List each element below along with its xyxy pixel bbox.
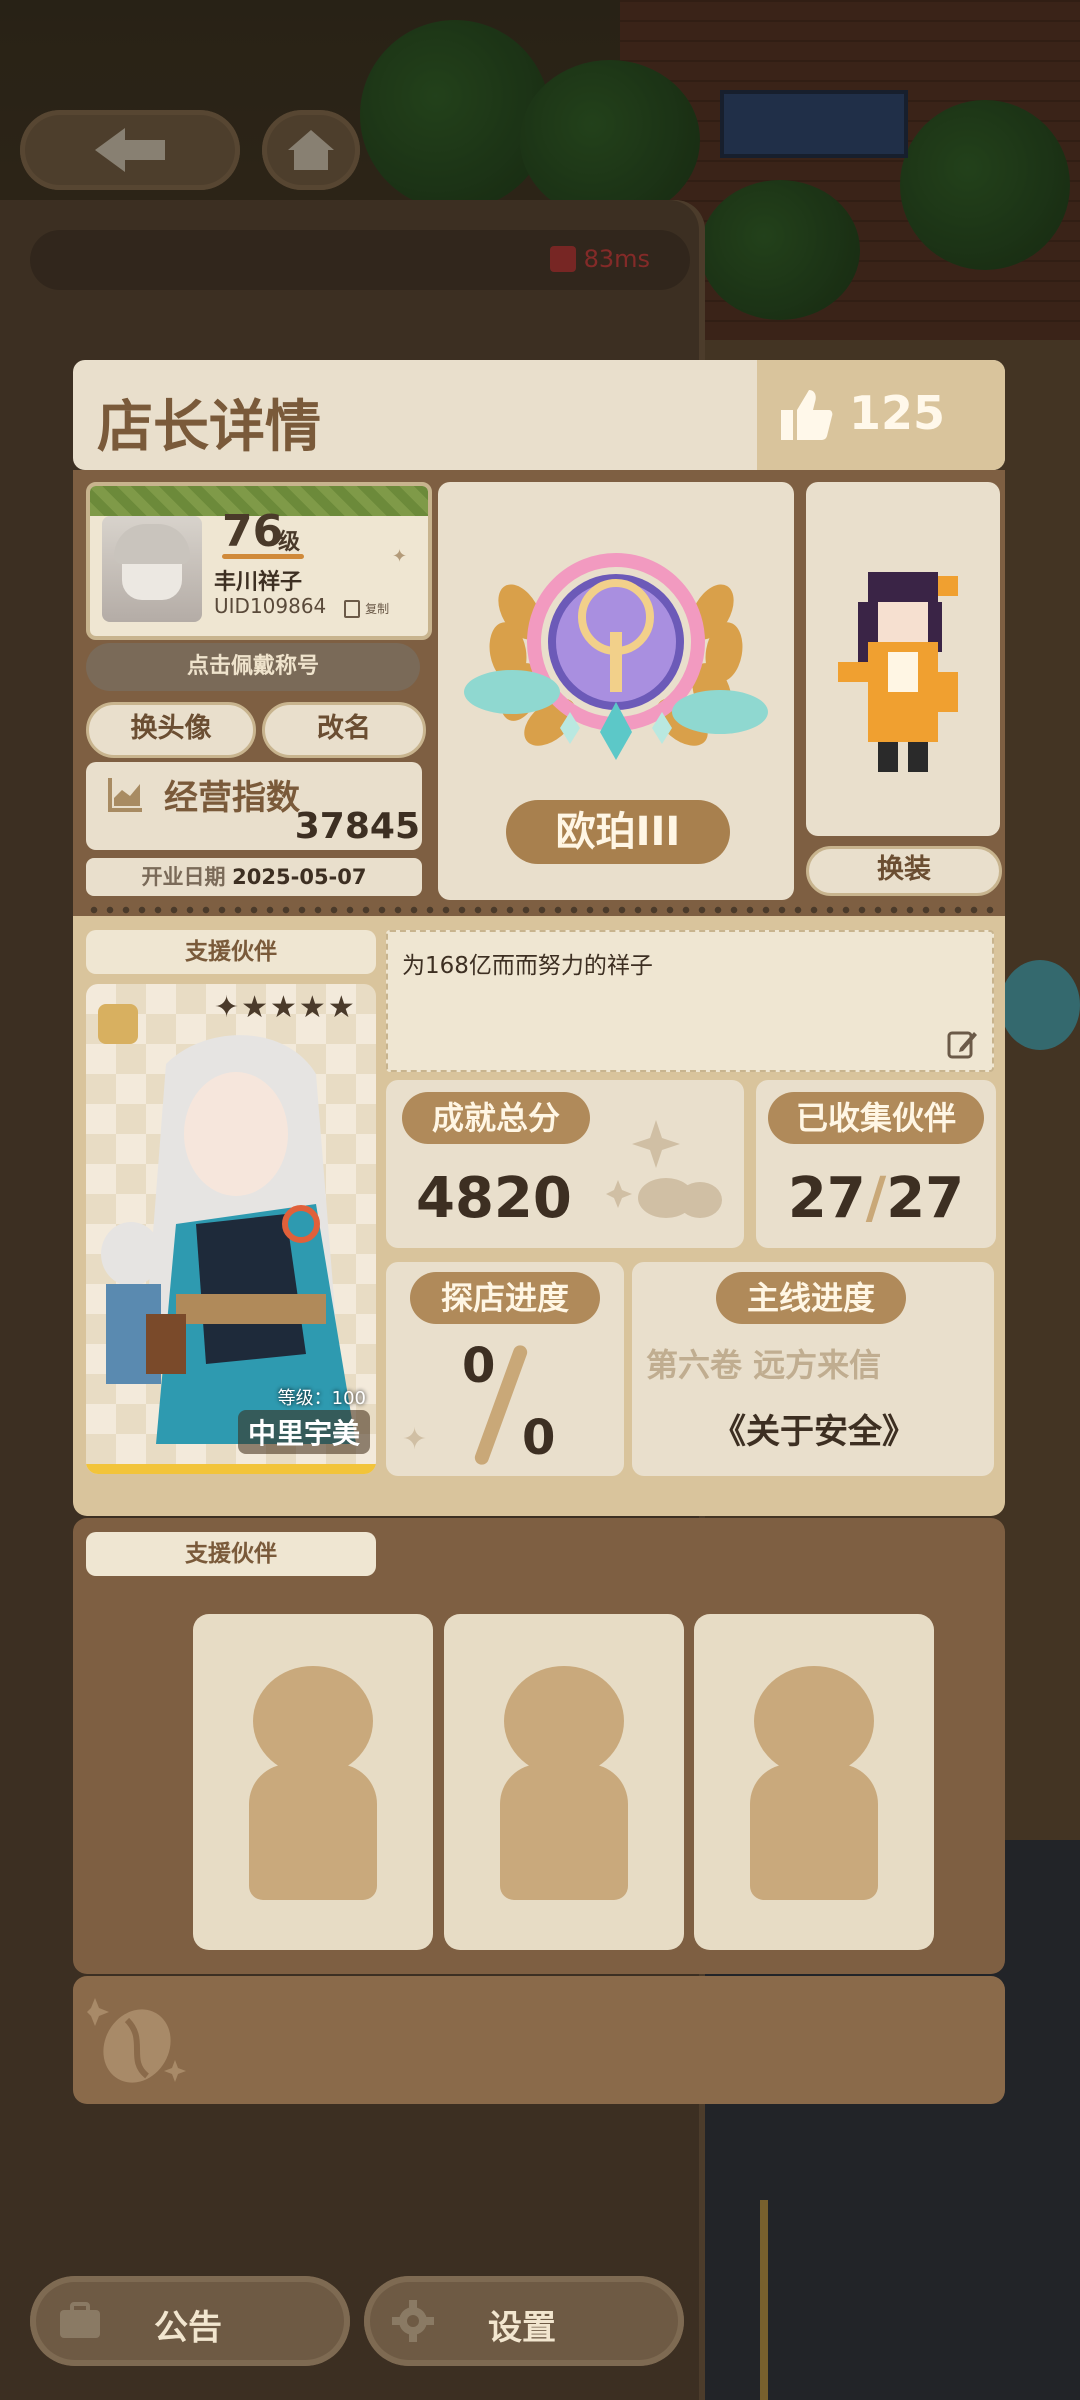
level-unit: 级 <box>278 530 301 555</box>
explore-progress-total: 0 <box>522 1410 556 1466</box>
level-number: 76 <box>222 506 284 557</box>
support-slot-1[interactable] <box>193 1614 433 1950</box>
main-story-chapter: 《关于安全》 <box>712 1412 916 1452</box>
character-card <box>806 482 1000 836</box>
explore-progress-done: 0 <box>462 1338 496 1394</box>
business-index-value: 37845 <box>294 806 420 847</box>
support-slots-label: 支援伙伴 <box>86 1532 376 1576</box>
main-story-label: 主线进度 <box>716 1272 906 1324</box>
rank-badge-card[interactable]: 欧珀III <box>438 482 794 900</box>
empty-slot-silhouette-icon <box>754 1666 874 1776</box>
explore-progress-label: 探店进度 <box>410 1272 600 1324</box>
thumbs-up-icon <box>781 390 833 440</box>
profile-card: 76 级 丰川祥子 UID109864 复制 ✦ <box>86 482 432 640</box>
signature-box[interactable]: 为168亿而而努力的祥子 <box>386 930 994 1072</box>
rename-button[interactable]: 改名 <box>262 702 426 758</box>
signature-text: 为168亿而而努力的祥子 <box>402 953 653 979</box>
briefcase-icon <box>60 2302 100 2338</box>
rank-label: 欧珀III <box>506 800 730 864</box>
sparkle-icon: ✦ <box>392 546 408 567</box>
achievement-card: 成就总分 4820 <box>386 1080 744 1248</box>
change-outfit-button[interactable]: 换装 <box>806 846 1002 896</box>
empty-slot-silhouette-icon <box>504 1666 624 1776</box>
coffee-bean-icon <box>87 1998 186 2083</box>
gear-icon <box>392 2300 434 2342</box>
chart-icon <box>108 778 142 812</box>
change-avatar-button[interactable]: 换头像 <box>86 702 256 758</box>
settings-button[interactable]: 设置 <box>364 2276 684 2366</box>
partner-stars: ✦★★★★ <box>214 990 357 1025</box>
partner-portrait <box>101 1035 356 1444</box>
divider <box>86 906 998 914</box>
like-count: 125 <box>849 386 946 440</box>
rarity-bar <box>86 1464 376 1474</box>
collected-partners-card: 已收集伙伴 27/27 <box>756 1080 996 1248</box>
notice-button[interactable]: 公告 <box>30 2276 350 2366</box>
business-index-label: 经营指数 <box>164 778 300 818</box>
main-story-volume: 第六卷 远方来信 <box>646 1346 882 1384</box>
level-bar <box>222 554 304 559</box>
explore-progress-card: 探店进度 0 0 ✦ <box>386 1262 624 1476</box>
avatar[interactable] <box>102 516 202 622</box>
business-index-card: 经营指数 37845 <box>86 762 422 850</box>
opal-rank-emblem-icon <box>464 553 768 760</box>
achievement-value: 4820 <box>416 1166 572 1231</box>
like-counter[interactable]: 125 <box>757 360 1005 470</box>
settings-label: 设置 <box>488 2308 556 2348</box>
equip-title-button[interactable]: 点击佩戴称号 <box>86 643 420 691</box>
empty-slot-silhouette-icon <box>253 1666 373 1776</box>
support-partner-label: 支援伙伴 <box>86 930 376 974</box>
partner-level: 等级：100 <box>277 1388 366 1409</box>
page-title: 店长详情 <box>97 395 321 460</box>
collected-partners-count: 27/27 <box>787 1166 965 1231</box>
support-slot-3[interactable] <box>694 1614 934 1950</box>
support-partner-card[interactable]: ✦★★★★ 等级：100 中里宇美 <box>86 984 376 1474</box>
main-story-progress-card[interactable]: 主线进度 第六卷 远方来信 《关于安全》 <box>632 1262 994 1476</box>
copy-icon <box>344 599 360 618</box>
partner-name: 中里宇美 <box>237 1410 370 1454</box>
collected-partners-label: 已收集伙伴 <box>768 1092 984 1144</box>
player-uid: UID109864 <box>214 594 327 618</box>
notice-label: 公告 <box>154 2308 222 2348</box>
achievement-label: 成就总分 <box>402 1092 590 1144</box>
sparkle-icon: ✦ <box>402 1422 428 1457</box>
copy-uid-button[interactable]: 复制 <box>344 598 389 618</box>
edit-icon[interactable] <box>946 1028 978 1060</box>
decor-footer <box>73 1976 1005 2104</box>
modal-title-bar: 店长详情 125 <box>73 360 1005 470</box>
support-slot-2[interactable] <box>444 1614 684 1950</box>
open-date: 开业日期 2025-05-07 <box>86 858 422 896</box>
player-name: 丰川祥子 <box>214 570 303 595</box>
pixel-character-sprite <box>838 572 958 772</box>
coffee-beans-icon <box>606 1120 722 1218</box>
